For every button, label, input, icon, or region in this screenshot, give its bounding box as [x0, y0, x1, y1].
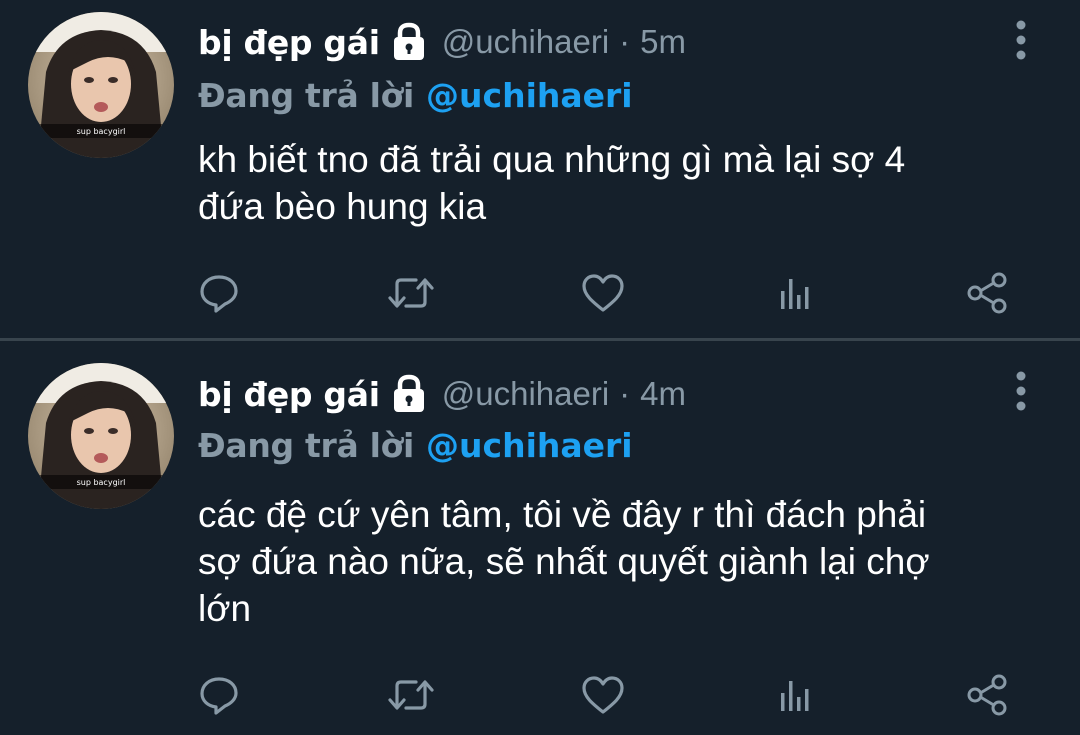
- reply-icon: [200, 275, 238, 313]
- tweet-header: bị đẹp gái @uchihaeri · 5m: [198, 16, 686, 68]
- tweet-text-line: đứa bèo hung kia: [198, 186, 487, 227]
- tweet-text-line: sợ đứa nào nữa, sẽ nhất quyết giành lại …: [198, 541, 930, 582]
- tweet-actions: [0, 263, 1080, 323]
- retweet-button[interactable]: [381, 665, 441, 725]
- tweet-text: kh biết tno đã trải qua những gì mà lại …: [198, 136, 1058, 230]
- retweet-button[interactable]: [381, 263, 441, 323]
- timeline: sup bacygirl bị đẹp gái @uchihaeri · 5m: [0, 0, 1080, 735]
- share-icon: [967, 272, 1007, 314]
- reply-prefix: Đang trả lời: [198, 75, 415, 115]
- more-options-button[interactable]: [1006, 367, 1036, 417]
- analytics-button[interactable]: [765, 665, 825, 725]
- heart-icon: [582, 676, 624, 714]
- tweet-text-line: lớn: [198, 588, 252, 629]
- tweet-text-line: các đệ cứ yên tâm, tôi về đây r thì đách…: [198, 494, 927, 535]
- avatar[interactable]: sup bacygirl: [28, 12, 174, 158]
- tweet-text-line: kh biết tno đã trải qua những gì mà lại …: [198, 139, 906, 180]
- display-name[interactable]: bị đẹp gái: [198, 375, 380, 414]
- display-name[interactable]: bị đẹp gái: [198, 23, 380, 62]
- reply-to-handle[interactable]: @uchihaeri: [426, 76, 633, 115]
- avatar-caption: sup bacygirl: [77, 478, 126, 487]
- more-options-button[interactable]: [1006, 16, 1036, 66]
- reply-context: Đang trả lời @uchihaeri: [198, 72, 633, 118]
- like-button[interactable]: [573, 263, 633, 323]
- tweet-text: các đệ cứ yên tâm, tôi về đây r thì đách…: [198, 491, 1058, 632]
- reply-button[interactable]: [189, 263, 249, 323]
- reply-prefix: Đang trả lời: [198, 425, 415, 465]
- reply-context: Đang trả lời @uchihaeri: [198, 422, 633, 468]
- timestamp[interactable]: 5m: [640, 23, 686, 61]
- more-vertical-icon: [1016, 371, 1026, 411]
- reply-button[interactable]: [189, 665, 249, 725]
- retweet-icon: [388, 680, 434, 710]
- like-button[interactable]: [573, 665, 633, 725]
- timestamp[interactable]: 4m: [640, 375, 686, 413]
- reply-to-handle[interactable]: @uchihaeri: [426, 426, 633, 465]
- reply-icon: [200, 677, 238, 715]
- heart-icon: [582, 274, 624, 312]
- avatar[interactable]: sup bacygirl: [28, 363, 174, 509]
- avatar-caption: sup bacygirl: [77, 127, 126, 136]
- separator: ·: [619, 375, 631, 412]
- share-icon: [967, 674, 1007, 716]
- retweet-icon: [388, 278, 434, 308]
- tweet-actions: [0, 665, 1080, 725]
- user-handle[interactable]: @uchihaeri: [442, 23, 609, 61]
- analytics-icon: [781, 681, 809, 711]
- lock-icon: [390, 22, 428, 62]
- tweet-header: bị đẹp gái @uchihaeri · 4m: [198, 368, 686, 420]
- share-button[interactable]: [957, 263, 1017, 323]
- analytics-button[interactable]: [765, 263, 825, 323]
- more-vertical-icon: [1016, 20, 1026, 60]
- lock-icon: [390, 374, 428, 414]
- share-button[interactable]: [957, 665, 1017, 725]
- tweet[interactable]: sup bacygirl bị đẹp gái @uchihaeri · 5m: [0, 0, 1080, 338]
- analytics-icon: [781, 279, 809, 309]
- tweet[interactable]: sup bacygirl bị đẹp gái @uchihaeri · 4m: [0, 341, 1080, 735]
- user-handle[interactable]: @uchihaeri: [442, 375, 609, 413]
- separator: ·: [619, 23, 631, 60]
